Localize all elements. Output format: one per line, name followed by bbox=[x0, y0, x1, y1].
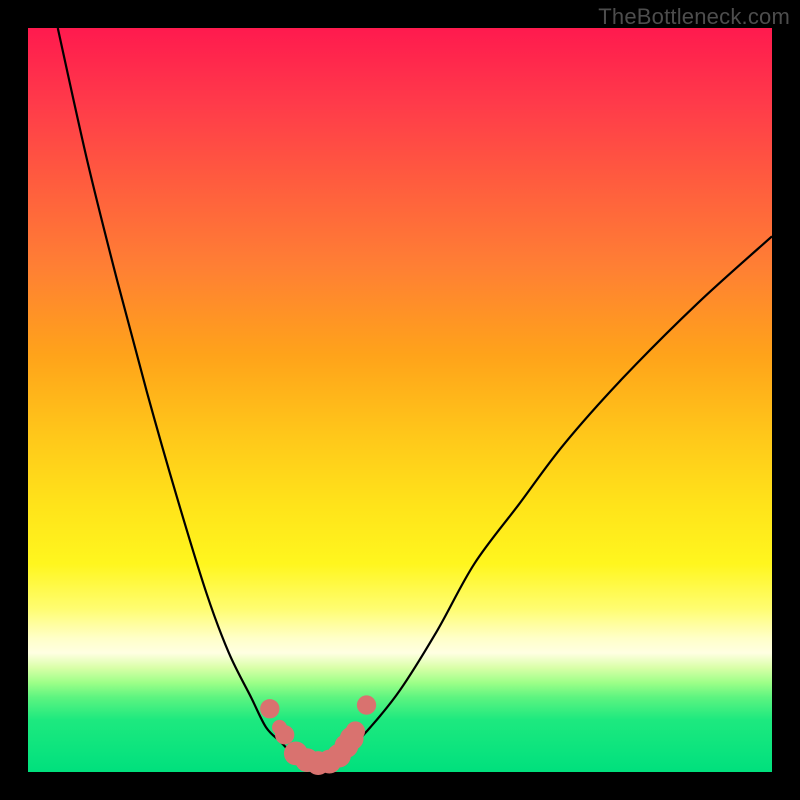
data-marker bbox=[346, 721, 365, 740]
data-marker bbox=[275, 725, 294, 744]
marker-group bbox=[260, 695, 376, 775]
bottleneck-curve-right bbox=[311, 236, 772, 764]
data-marker bbox=[357, 695, 376, 714]
chart-frame: TheBottleneck.com bbox=[0, 0, 800, 800]
chart-overlay bbox=[28, 28, 772, 772]
bottleneck-curve-left bbox=[58, 28, 311, 765]
attribution-text: TheBottleneck.com bbox=[598, 4, 790, 30]
data-marker bbox=[260, 699, 279, 718]
